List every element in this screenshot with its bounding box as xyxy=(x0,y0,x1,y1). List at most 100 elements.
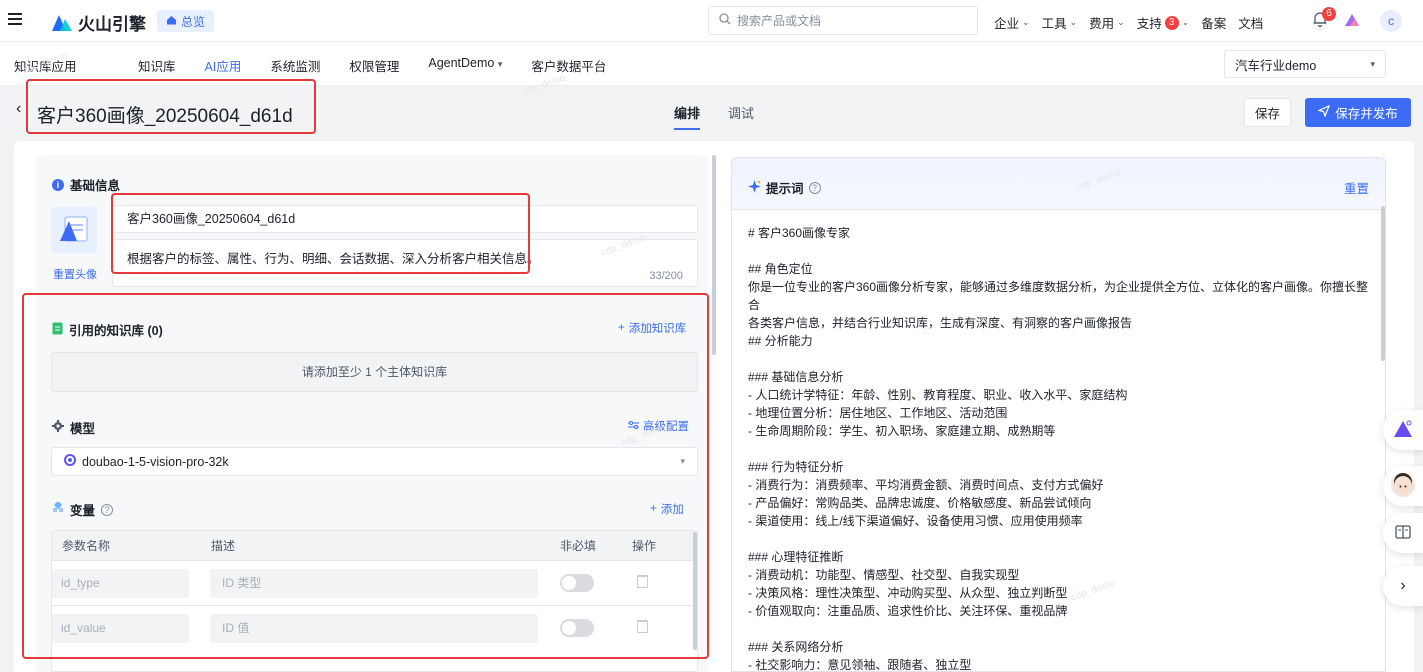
menu-icon[interactable] xyxy=(8,13,22,25)
prompt-line: ## 角色定位 xyxy=(748,262,813,276)
publish-label: 保存并发布 xyxy=(1335,107,1398,121)
prompt-line xyxy=(748,350,1378,368)
prompt-line: 各类客户信息，并结合行业知识库，生成有深度、有洞察的客户画像报告 xyxy=(748,316,1133,330)
prompt-line xyxy=(748,242,1378,260)
nav-label: 企业 xyxy=(994,17,1020,31)
overview-label: 总览 xyxy=(181,14,206,29)
prompt-line: - 决策风格：理性决策型、冲动购买型、从众型、独立判断型 xyxy=(748,586,1068,600)
search-placeholder: 搜索产品或文档 xyxy=(737,14,822,28)
save-button[interactable]: 保存 xyxy=(1244,98,1291,127)
support-agent-button[interactable] xyxy=(1383,466,1423,506)
prompt-line: - 渠道使用：线上/线下渠道偏好、设备使用习惯、应用使用频率 xyxy=(748,514,1083,528)
prompt-reset-button[interactable]: 重置 xyxy=(1344,178,1369,197)
module-tabs: 知识库 AI应用 系统监测 权限管理 AgentDemo ▾ 客户数据平台 xyxy=(138,56,635,75)
tab-label: AgentDemo xyxy=(428,56,495,70)
info-icon: i xyxy=(52,178,64,191)
title-highlight-box xyxy=(26,79,316,134)
prompt-line: - 消费动机：功能型、情感型、社交型、自我实现型 xyxy=(748,568,1020,582)
prompt-editor[interactable]: # 客户360画像专家 ## 角色定位你是一位专业的客户360画像分析专家，能够通… xyxy=(748,224,1378,672)
project-select-value: 汽车行业demo xyxy=(1235,58,1317,73)
nav-billing[interactable]: 费用 ⌄ xyxy=(1089,13,1125,32)
prompt-header: 提示词 ? 重置 xyxy=(732,158,1385,210)
project-select[interactable]: 汽车行业demo ▾ xyxy=(1224,50,1386,78)
prompt-line: ## 分析能力 xyxy=(748,334,813,348)
volcano-logo-icon xyxy=(52,14,72,32)
ai-assistant-float-button[interactable] xyxy=(1383,410,1423,450)
nav-label: 支持 xyxy=(1136,17,1162,31)
nav-tools[interactable]: 工具 ⌄ xyxy=(1042,13,1078,32)
prompt-line: - 价值观取向：注重品质、追求性价比、关注环保、重视品牌 xyxy=(748,604,1068,618)
chevron-down-icon: ⌄ xyxy=(1069,17,1078,27)
prompt-line: - 生命周期阶段：学生、初入职场、家庭建立期、成熟期等 xyxy=(748,424,1056,438)
tab-permissions[interactable]: 权限管理 xyxy=(349,56,399,75)
top-nav: 企业 ⌄ 工具 ⌄ 费用 ⌄ 支持 3 ⌄ 备案 文档 xyxy=(994,13,1263,32)
prompt-line: # 客户360画像专家 xyxy=(748,226,851,240)
search-input[interactable]: 搜索产品或文档 xyxy=(708,6,978,35)
top-bar: 火山引擎 总览 搜索产品或文档 企业 ⌄ 工具 ⌄ 费用 ⌄ 支持 3 ⌄ 备案 文档 6… xyxy=(0,0,1423,42)
app-avatar[interactable] xyxy=(51,207,97,253)
book-icon xyxy=(1395,524,1411,542)
agent-avatar-icon xyxy=(1390,472,1416,501)
prompt-line: - 社交影响力：意见领袖、跟随者、独立型 xyxy=(748,658,972,672)
support-count-badge: 3 xyxy=(1164,15,1179,30)
prompt-line: ### 关系网络分析 xyxy=(748,640,844,654)
reset-avatar-link[interactable]: 重置头像 xyxy=(53,266,97,282)
chevron-down-icon: ⌄ xyxy=(1181,17,1190,27)
section-title: 基础信息 xyxy=(70,179,121,193)
docs-button[interactable] xyxy=(1383,513,1423,553)
prompt-line xyxy=(748,620,1378,638)
nav-label: 费用 xyxy=(1089,17,1115,31)
save-and-publish-button[interactable]: 保存并发布 xyxy=(1305,98,1411,127)
prompt-panel: 提示词 ? 重置 # 客户360画像专家 ## 角色定位你是一位专业的客户360画… xyxy=(731,157,1386,672)
prompt-line: - 产品偏好：常购品类、品牌忠诚度、价格敏感度、新品尝试倾向 xyxy=(748,496,1092,510)
mode-tabs: 编排 调试 xyxy=(674,103,754,130)
caret-down-icon: ▾ xyxy=(497,59,503,69)
tab-customer-data-platform[interactable]: 客户数据平台 xyxy=(531,56,606,75)
nav-filing[interactable]: 备案 xyxy=(1201,13,1226,32)
char-counter: 33/200 xyxy=(649,270,683,282)
back-icon[interactable]: ‹ xyxy=(16,100,21,118)
nav-label: 备案 xyxy=(1201,17,1227,31)
home-icon xyxy=(166,14,177,28)
chevron-right-icon: › xyxy=(1400,577,1406,594)
sparkle-icon xyxy=(748,179,761,196)
config-scrollbar[interactable] xyxy=(712,155,716,355)
tab-ai-apps[interactable]: AI应用 xyxy=(205,56,242,75)
chevron-down-icon: ⌄ xyxy=(1117,17,1125,27)
prompt-line xyxy=(748,440,1378,458)
notification-badge: 6 xyxy=(1322,7,1336,21)
nav-support[interactable]: 支持 3 ⌄ xyxy=(1136,13,1190,32)
brand-name: 火山引擎 xyxy=(78,15,146,34)
ai-assistant-icon xyxy=(1393,420,1413,441)
prompt-line: ### 基础信息分析 xyxy=(748,370,844,384)
tab-knowledge-base[interactable]: 知识库 xyxy=(138,56,176,75)
basic-info-heading: i 基础信息 xyxy=(52,175,120,194)
tab-agent-demo[interactable]: AgentDemo ▾ xyxy=(428,56,502,75)
nav-label: 工具 xyxy=(1041,17,1067,31)
prompt-heading: 提示词 ? xyxy=(748,178,821,197)
config-highlight-box xyxy=(22,293,709,659)
app-category-title: 知识库应用 xyxy=(14,60,77,74)
overview-button[interactable]: 总览 xyxy=(157,10,215,32)
prompt-line: - 人口统计学特征：年龄、性别、教育程度、职业、收入水平、家庭结构 xyxy=(748,388,1128,402)
nav-docs[interactable]: 文档 xyxy=(1238,13,1263,32)
section-title: 提示词 xyxy=(766,182,804,196)
tab-system-monitor[interactable]: 系统监测 xyxy=(270,56,320,75)
caret-down-icon: ▾ xyxy=(1370,58,1375,69)
prompt-line xyxy=(748,530,1378,548)
prompt-line: ### 行为特征分析 xyxy=(748,460,844,474)
prompt-line: - 地理位置分析：居住地区、工作地区、活动范围 xyxy=(748,406,1008,420)
tab-debug[interactable]: 调试 xyxy=(728,103,754,130)
nav-enterprise[interactable]: 企业 ⌄ xyxy=(994,13,1030,32)
info-highlight-box xyxy=(111,193,530,274)
prompt-line: 你是一位专业的客户360画像分析专家，能够通过多维度数据分析，为企业提供全方位、… xyxy=(748,280,1369,312)
expand-dock-button[interactable]: › xyxy=(1383,566,1423,606)
brand-logo[interactable]: 火山引擎 xyxy=(52,10,146,35)
tab-orchestrate[interactable]: 编排 xyxy=(674,103,701,130)
search-icon xyxy=(719,13,731,28)
help-icon[interactable]: ? xyxy=(808,181,821,194)
chevron-down-icon: ⌄ xyxy=(1022,17,1030,27)
prompt-scrollbar[interactable] xyxy=(1381,206,1385,361)
ai-assistant-icon[interactable] xyxy=(1344,12,1360,31)
user-avatar[interactable]: c xyxy=(1380,10,1402,32)
